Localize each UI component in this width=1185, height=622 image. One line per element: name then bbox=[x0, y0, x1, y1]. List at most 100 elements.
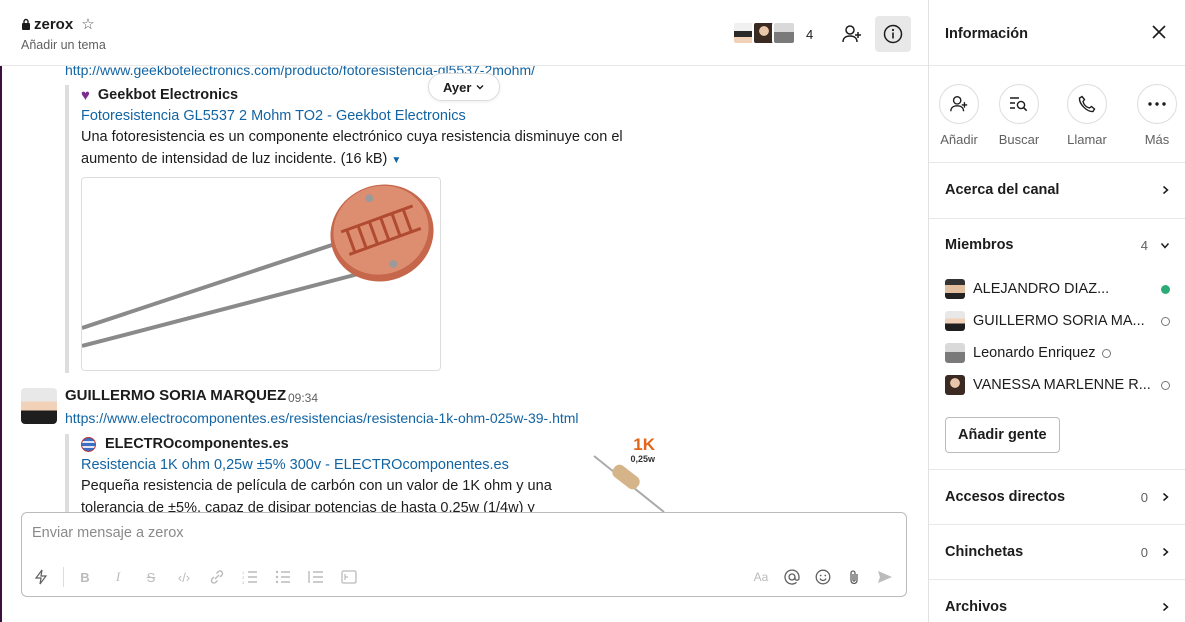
action-label: Más bbox=[1144, 132, 1170, 147]
attachment-description: Pequeña resistencia de película de carbó… bbox=[81, 478, 552, 512]
phone-icon bbox=[1067, 84, 1107, 124]
ordered-list-icon[interactable]: 123 bbox=[239, 566, 261, 588]
chevron-right-icon bbox=[1163, 492, 1169, 502]
channel-details-button[interactable] bbox=[875, 16, 911, 52]
presence-active-icon bbox=[1161, 284, 1170, 294]
action-label: Añadir bbox=[940, 132, 978, 147]
call-action[interactable]: Llamar bbox=[1057, 84, 1117, 147]
member-avatars[interactable] bbox=[732, 21, 796, 45]
members-header[interactable]: Miembros 4 bbox=[945, 237, 1170, 253]
add-people-button[interactable]: Añadir gente bbox=[945, 417, 1060, 453]
presence-away-icon bbox=[1101, 348, 1111, 358]
italic-icon[interactable]: I bbox=[107, 566, 129, 588]
section-title: Archivos bbox=[945, 599, 1008, 615]
panel-actions: Añadir Buscar Llamar Más bbox=[929, 66, 1185, 163]
emoji-icon[interactable] bbox=[812, 566, 834, 588]
attachment-description: Una fotoresistencia es un componente ele… bbox=[81, 126, 651, 172]
chevron-right-icon bbox=[1163, 547, 1169, 557]
service-name: ELECTROcomponentes.es bbox=[105, 436, 289, 452]
presence-away-icon bbox=[1161, 380, 1170, 390]
add-user-icon bbox=[842, 25, 861, 43]
member-name: VANESSA MARLENNE R... bbox=[973, 377, 1151, 393]
add-member-button[interactable] bbox=[834, 16, 870, 52]
attachment-title[interactable]: Resistencia 1K ohm 0,25w ±5% 300v - ELEC… bbox=[81, 457, 665, 473]
section-title: Chinchetas bbox=[945, 544, 1024, 560]
member-item[interactable]: Leonardo Enriquez bbox=[945, 343, 1170, 363]
avatar bbox=[772, 21, 796, 45]
link-unfurl-attachment: ♥ Geekbot Electronics Fotoresistencia GL… bbox=[65, 85, 665, 373]
files-section[interactable]: Archivos bbox=[929, 580, 1185, 622]
panel-title: Información bbox=[945, 26, 1028, 42]
message-timestamp[interactable]: 09:34 bbox=[288, 391, 318, 405]
member-name: Leonardo Enriquez bbox=[973, 345, 1096, 361]
channel-name: zerox bbox=[34, 15, 74, 33]
about-section[interactable]: Acerca del canal bbox=[929, 163, 1185, 219]
action-label: Buscar bbox=[998, 132, 1040, 147]
avatar[interactable] bbox=[21, 388, 57, 424]
shortcuts-lightning-icon[interactable] bbox=[30, 566, 52, 588]
thumbnail-value: 1K bbox=[633, 435, 655, 454]
shortcuts-section[interactable]: Accesos directos 0 bbox=[929, 470, 1185, 525]
section-title: Acerca del canal bbox=[945, 182, 1060, 198]
resistor-image: 1K 0,25w bbox=[589, 434, 669, 512]
bold-icon[interactable]: B bbox=[74, 566, 96, 588]
chevron-down-icon bbox=[1160, 243, 1170, 249]
message-composer: B I S ‹/› 123 Aa bbox=[21, 512, 907, 597]
attachment-service: ELECTROcomponentes.es bbox=[81, 434, 665, 454]
search-action[interactable]: Buscar bbox=[989, 84, 1049, 147]
code-icon[interactable]: ‹/› bbox=[173, 566, 195, 588]
pins-section[interactable]: Chinchetas 0 bbox=[929, 525, 1185, 580]
action-label: Llamar bbox=[1067, 132, 1107, 147]
member-item[interactable]: ALEJANDRO DIAZ... bbox=[945, 279, 1170, 299]
message-sender[interactable]: GUILLERMO SORIA MARQUEZ bbox=[65, 387, 286, 404]
composer-toolbar-right: Aa bbox=[750, 566, 896, 588]
member-name: GUILLERMO SORIA MA... bbox=[973, 313, 1145, 329]
toolbar-divider bbox=[63, 567, 64, 587]
chevron-right-icon bbox=[1163, 602, 1169, 612]
mention-icon[interactable] bbox=[781, 566, 803, 588]
avatar bbox=[945, 279, 965, 299]
channel-header: zerox ☆ Añadir un tema 4 bbox=[0, 0, 928, 66]
chevron-down-icon bbox=[476, 85, 484, 90]
section-title: Miembros bbox=[945, 237, 1014, 253]
more-action[interactable]: Más bbox=[1127, 84, 1185, 147]
panel-header: Información bbox=[929, 0, 1185, 66]
code-block-icon[interactable] bbox=[338, 566, 360, 588]
section-title: Accesos directos bbox=[945, 489, 1066, 505]
channel-topic[interactable]: Añadir un tema bbox=[21, 38, 106, 52]
attachment-image[interactable] bbox=[81, 177, 441, 371]
thumbnail-rating: 0,25w bbox=[630, 454, 656, 464]
date-label: Ayer bbox=[443, 79, 472, 95]
date-divider-button[interactable]: Ayer bbox=[428, 73, 501, 101]
members-count: 4 bbox=[1140, 237, 1148, 253]
send-icon[interactable] bbox=[874, 566, 896, 588]
composer-toolbar: B I S ‹/› 123 Aa bbox=[30, 566, 900, 588]
svg-text:3: 3 bbox=[242, 580, 245, 584]
presence-away-icon bbox=[1161, 316, 1170, 326]
member-item[interactable]: GUILLERMO SORIA MA... bbox=[945, 311, 1170, 331]
add-action[interactable]: Añadir bbox=[929, 84, 989, 147]
attachment-thumbnail[interactable]: 1K 0,25w bbox=[589, 434, 669, 512]
site-favicon-icon bbox=[81, 436, 96, 452]
link-icon[interactable] bbox=[206, 566, 228, 588]
attachment-service: ♥ Geekbot Electronics bbox=[81, 85, 665, 105]
member-count[interactable]: 4 bbox=[806, 27, 813, 42]
message-link[interactable]: https://www.electrocomponentes.es/resist… bbox=[65, 410, 579, 426]
link-unfurl-attachment: ELECTROcomponentes.es Resistencia 1K ohm… bbox=[65, 434, 669, 512]
formatting-toggle[interactable]: Aa bbox=[750, 566, 772, 588]
lock-icon bbox=[22, 18, 30, 30]
star-icon[interactable]: ☆ bbox=[81, 15, 94, 33]
close-icon[interactable] bbox=[1149, 22, 1169, 42]
strikethrough-icon[interactable]: S bbox=[140, 566, 162, 588]
bulleted-list-icon[interactable] bbox=[272, 566, 294, 588]
message-list: http://www.geekbotelectronics.com/produc… bbox=[0, 66, 928, 512]
member-item[interactable]: VANESSA MARLENNE R... bbox=[945, 375, 1170, 395]
channel-name-button[interactable]: zerox ☆ bbox=[21, 15, 95, 33]
message-input[interactable] bbox=[32, 525, 892, 541]
chevron-down-icon[interactable]: ▼ bbox=[391, 155, 401, 166]
attachment-icon[interactable] bbox=[843, 566, 865, 588]
channel-details-panel: Información Añadir Buscar Llamar Más Ace… bbox=[928, 0, 1185, 622]
avatar bbox=[945, 343, 965, 363]
attachment-title[interactable]: Fotoresistencia GL5537 2 Mohm TO2 - Geek… bbox=[81, 108, 665, 124]
blockquote-icon[interactable] bbox=[305, 566, 327, 588]
